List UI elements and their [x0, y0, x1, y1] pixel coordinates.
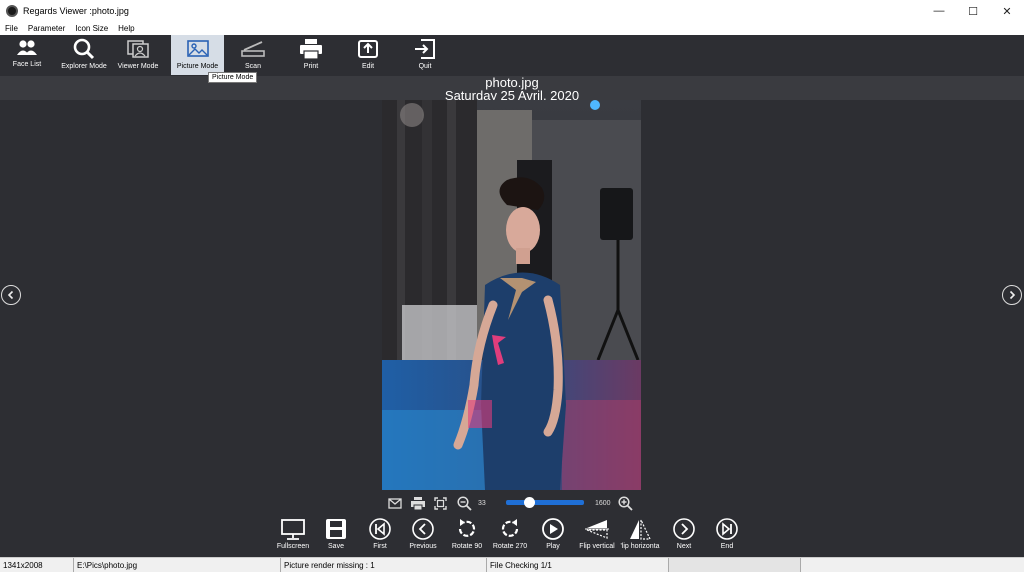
control-label: Save	[328, 543, 344, 550]
fit-screen-icon	[434, 496, 447, 510]
status-checking: File Checking 1/1	[487, 558, 669, 572]
photo-view[interactable]	[382, 100, 641, 490]
tool-label: Picture Mode	[176, 63, 219, 70]
rotate-270-icon	[501, 519, 519, 537]
app-logo-icon	[6, 5, 18, 17]
control-label: Flip vertical	[579, 543, 615, 550]
window-title: Regards Viewer :photo.jpg	[23, 6, 129, 16]
previous-button[interactable]: Previous	[398, 517, 448, 550]
picture-controls: Fullscreen Save First Previous Rotate 90…	[0, 515, 1024, 557]
zoom-in-icon	[618, 495, 633, 511]
tool-label: Edit	[361, 63, 375, 70]
zoom-out-icon	[457, 495, 472, 511]
picture-mode-button[interactable]: Picture Mode	[171, 35, 224, 75]
save-button[interactable]: Save	[311, 517, 361, 550]
tool-label: Scan	[245, 63, 261, 70]
control-label: Fullscreen	[276, 543, 310, 550]
zoom-slider[interactable]	[506, 500, 584, 505]
minimize-button[interactable]: —	[922, 0, 956, 22]
chevron-right-icon	[1009, 290, 1016, 300]
explorer-mode-button[interactable]: Explorer Mode	[56, 35, 112, 75]
control-label: First	[373, 543, 387, 550]
tool-label: Face List	[12, 61, 42, 68]
printer-icon	[411, 496, 425, 510]
control-label: 'lip horizonta	[620, 543, 660, 550]
tool-label: Viewer Mode	[117, 63, 159, 70]
status-render: Picture render missing : 1	[281, 558, 487, 572]
viewer-mode-button[interactable]: Viewer Mode	[114, 35, 162, 75]
zoom-out-button[interactable]	[457, 493, 472, 513]
exit-icon	[415, 39, 435, 59]
title-bar: Regards Viewer :photo.jpg — ☐ ✕	[0, 0, 1024, 22]
people-icon	[17, 40, 37, 55]
picture-icon	[186, 40, 209, 57]
menu-file[interactable]: File	[0, 24, 23, 33]
zoom-slider-handle[interactable]	[523, 497, 535, 508]
control-label: Rotate 90	[451, 543, 483, 550]
close-button[interactable]: ✕	[990, 0, 1024, 22]
previous-icon	[412, 518, 434, 540]
status-progress	[669, 558, 801, 572]
face-list-button[interactable]: Face List	[4, 35, 50, 75]
flip-horizontal-button[interactable]: 'lip horizonta	[615, 517, 665, 550]
control-label: Previous	[409, 543, 437, 550]
main-toolbar: Face List Explorer Mode Viewer Mode Pict…	[0, 35, 1024, 76]
status-path: E:\Pics\photo.jpg	[74, 558, 281, 572]
edit-icon	[358, 40, 378, 58]
scanner-icon	[241, 41, 265, 57]
fit-screen-button[interactable]	[434, 493, 447, 513]
chevron-left-icon	[7, 290, 14, 300]
window-controls: — ☐ ✕	[922, 0, 1024, 22]
status-bar: 1341x2008 E:\Pics\photo.jpg Picture rend…	[0, 557, 1024, 572]
printer-icon	[300, 39, 322, 60]
control-label: End	[720, 543, 734, 550]
tool-label: Quit	[418, 63, 432, 70]
email-icon	[388, 497, 402, 509]
monitor-icon	[281, 519, 305, 540]
photo-image	[382, 100, 641, 490]
control-label: Play	[546, 543, 560, 550]
viewer-icon	[127, 40, 149, 58]
status-extra	[801, 558, 1024, 572]
flip-vertical-icon	[585, 520, 609, 539]
print-button[interactable]: Print	[288, 35, 334, 75]
first-icon	[369, 518, 391, 540]
zoom-max-label: 1600	[595, 499, 611, 507]
status-dimensions: 1341x2008	[0, 558, 74, 572]
play-button[interactable]: Play	[528, 517, 578, 550]
menu-icon-size[interactable]: Icon Size	[70, 24, 113, 33]
menu-parameter[interactable]: Parameter	[23, 24, 70, 33]
zoom-in-button[interactable]	[618, 493, 633, 513]
rotate-90-icon	[458, 519, 476, 537]
end-button[interactable]: End	[702, 517, 752, 550]
menu-bar: File Parameter Icon Size Help	[0, 22, 1024, 35]
maximize-button[interactable]: ☐	[956, 0, 990, 22]
print-small-button[interactable]	[411, 493, 425, 513]
play-icon	[542, 518, 564, 540]
control-label: Next	[676, 543, 692, 550]
control-label: Rotate 270	[492, 543, 528, 550]
quit-button[interactable]: Quit	[402, 35, 448, 75]
scan-button[interactable]: Scan	[230, 35, 276, 75]
flip-horizontal-icon	[630, 519, 651, 540]
tool-label: Explorer Mode	[61, 63, 107, 70]
tool-label: Print	[303, 63, 319, 70]
next-picture-arrow[interactable]	[1002, 285, 1022, 305]
floppy-icon	[326, 519, 346, 539]
menu-help[interactable]: Help	[113, 24, 139, 33]
end-icon	[716, 518, 738, 540]
search-icon	[73, 38, 95, 60]
zoom-min-label: 33	[478, 499, 486, 507]
email-button[interactable]	[388, 493, 402, 513]
next-icon	[673, 518, 695, 540]
edit-button[interactable]: Edit	[345, 35, 391, 75]
previous-picture-arrow[interactable]	[1, 285, 21, 305]
tooltip: Picture Mode	[208, 72, 258, 83]
